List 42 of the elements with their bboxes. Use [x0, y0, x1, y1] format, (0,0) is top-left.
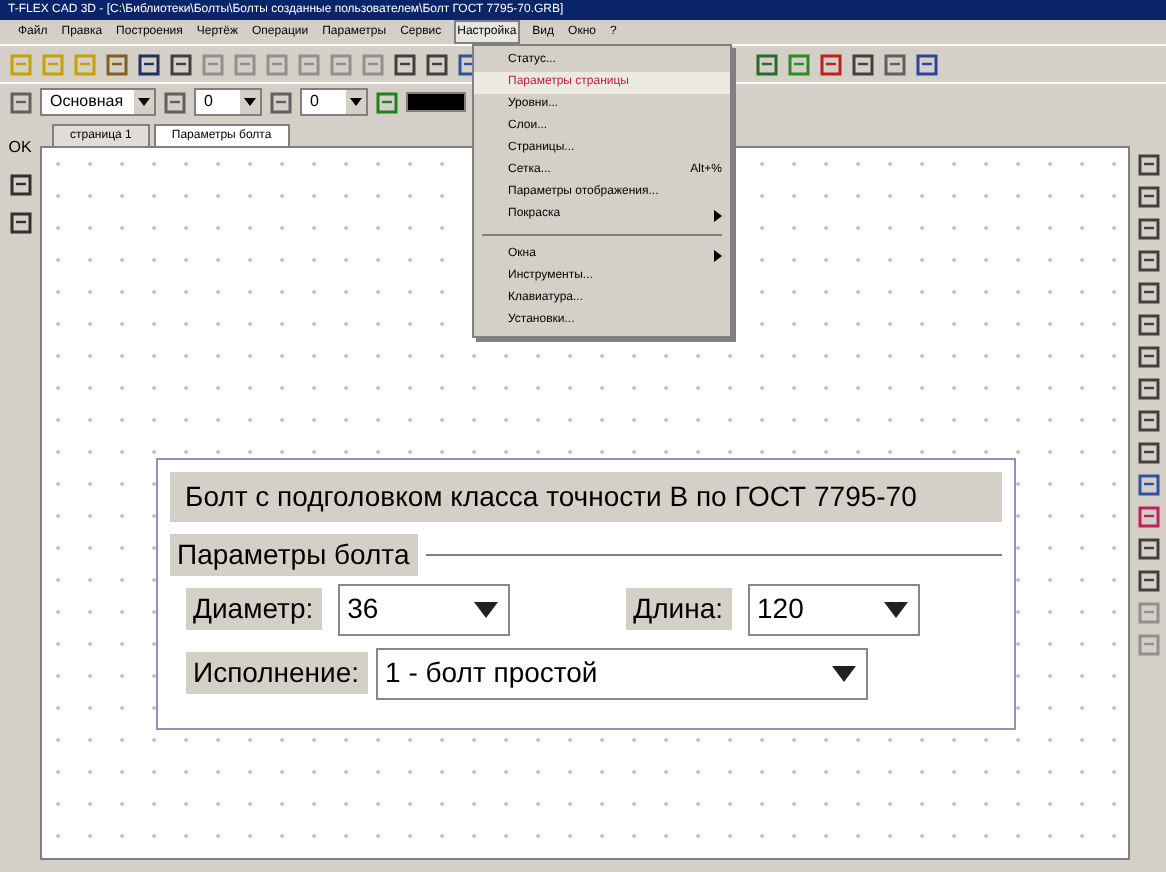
toolbar-icon[interactable] [104, 51, 130, 77]
ok-button[interactable]: OK [8, 136, 32, 160]
dropdown-arrow-icon [831, 665, 856, 681]
variant-select[interactable]: 1 - болт простой [375, 647, 868, 699]
toolbar-icon[interactable] [392, 51, 418, 77]
submenu-arrow-icon [714, 249, 722, 261]
length-select[interactable]: 120 [747, 583, 920, 635]
toolbar-icon[interactable] [168, 51, 194, 77]
diameter-select[interactable]: 36 [337, 583, 510, 635]
layer-combo[interactable]: Основная [40, 88, 156, 116]
tool-icon[interactable] [1135, 216, 1161, 242]
group-label: Параметры болта [169, 533, 418, 575]
tool-icon[interactable] [1135, 312, 1161, 338]
tool-icon[interactable] [1135, 280, 1161, 306]
toolbar-icon[interactable] [914, 51, 940, 77]
tool-icon[interactable] [1135, 184, 1161, 210]
toolbar-icon[interactable] [424, 51, 450, 77]
level-field[interactable]: 0 [194, 88, 262, 116]
tool-icon[interactable] [1135, 152, 1161, 178]
toolbar-icon[interactable] [850, 51, 876, 77]
tool-icon[interactable] [1135, 568, 1161, 594]
field-label: Исполнение: [185, 652, 368, 694]
dropdown-arrow-icon [473, 601, 498, 617]
tool-icon[interactable] [1135, 504, 1161, 530]
field-label: Длина: [625, 588, 732, 630]
tool-icon[interactable] [1135, 344, 1161, 370]
tool-icon[interactable] [1135, 472, 1161, 498]
priority-field[interactable]: 0 [300, 88, 368, 116]
tool-icon[interactable] [1135, 248, 1161, 274]
toolbar-icon[interactable] [882, 51, 908, 77]
tool-icon[interactable] [1135, 440, 1161, 466]
tool-icon[interactable] [1135, 408, 1161, 434]
toolbar-icon[interactable] [754, 51, 780, 77]
tool-icon[interactable] [1135, 376, 1161, 402]
toolbar-icon[interactable] [136, 51, 162, 77]
color-swatch[interactable] [406, 92, 466, 112]
dropdown-arrow-icon [883, 601, 908, 617]
field-label: Диаметр: [185, 588, 322, 630]
submenu-arrow-icon [714, 209, 722, 221]
tool-icon[interactable] [1135, 536, 1161, 562]
dialog-header: Болт с подголовком класса точности В по ГОСТ 7795-70 [169, 471, 1001, 521]
toolbar-icon[interactable] [818, 51, 844, 77]
